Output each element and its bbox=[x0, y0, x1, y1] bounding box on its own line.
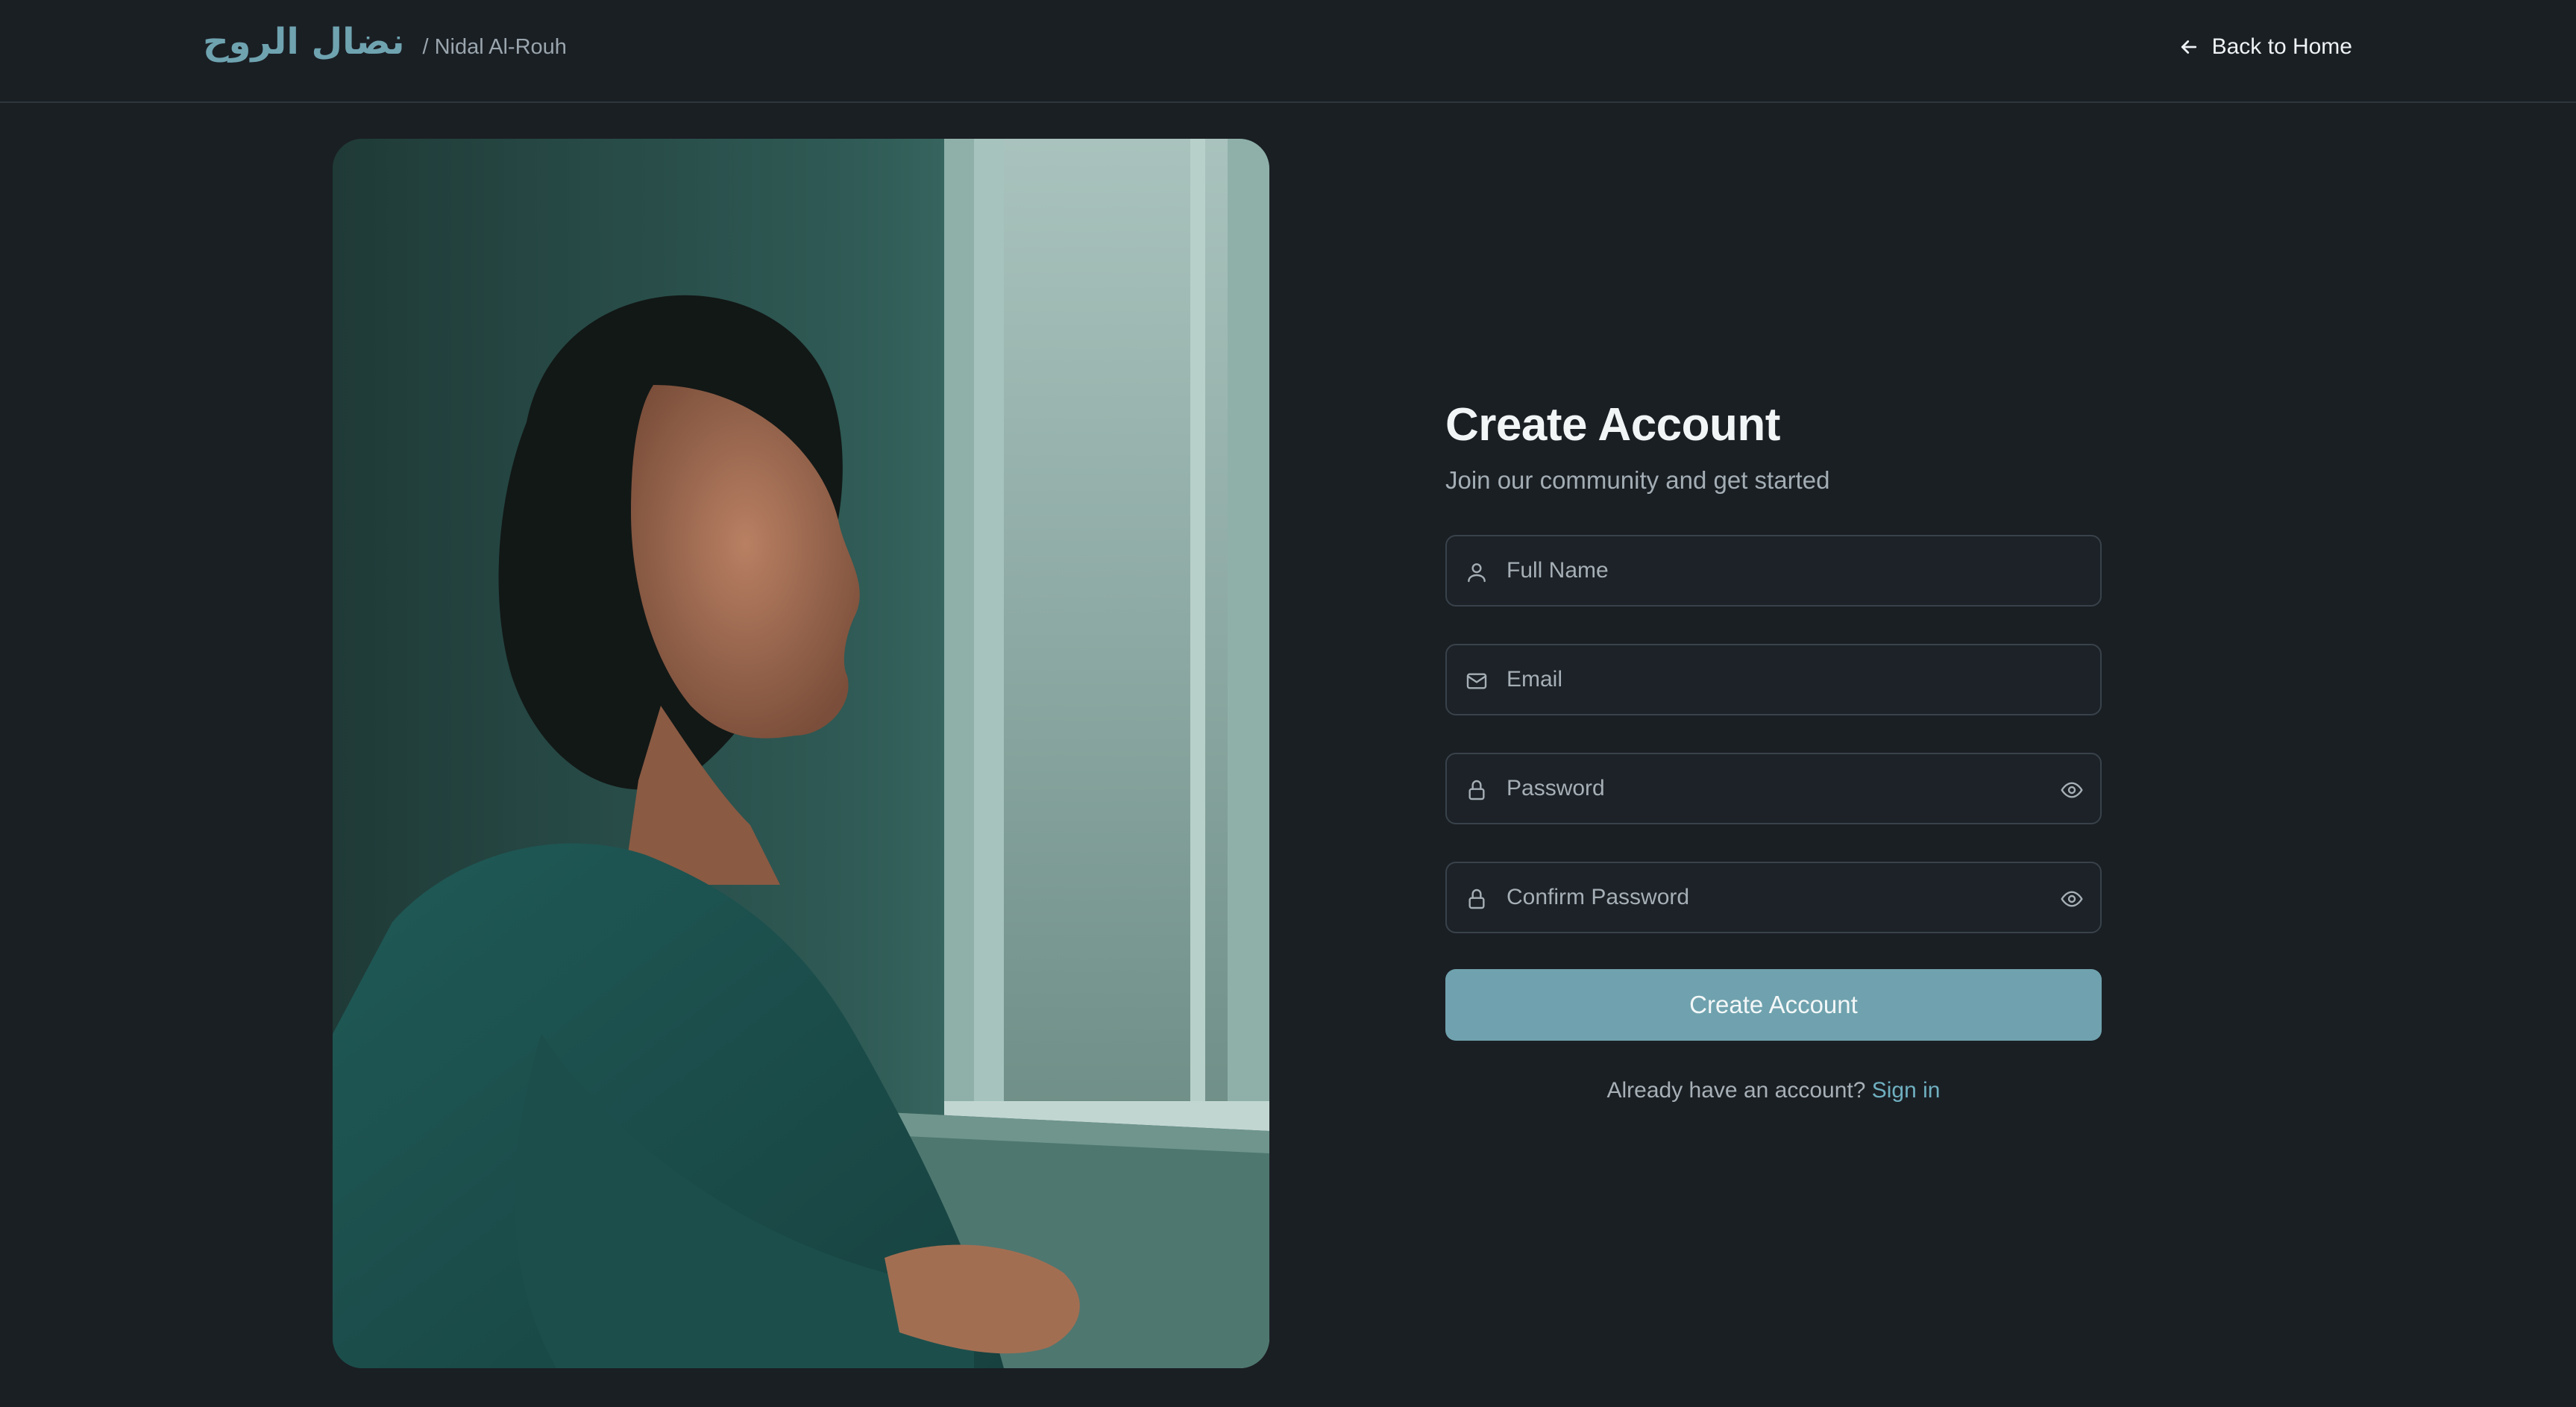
full-name-input[interactable] bbox=[1507, 536, 2029, 605]
form-title: Create Account bbox=[1445, 399, 1780, 451]
confirm-password-field[interactable] bbox=[1445, 862, 2102, 933]
signin-link[interactable]: Sign in bbox=[1872, 1078, 1941, 1103]
password-field[interactable] bbox=[1445, 753, 2102, 824]
user-icon bbox=[1468, 563, 1486, 583]
signup-form: Create Account Join our community and ge… bbox=[1445, 398, 2102, 1103]
lock-icon bbox=[1468, 780, 1485, 800]
confirm-password-input[interactable] bbox=[1507, 863, 2029, 932]
lock-icon bbox=[1468, 889, 1485, 909]
form-subtitle: Join our community and get started bbox=[1445, 466, 1830, 494]
signin-prompt-row: Already have an account? Sign in bbox=[1445, 1078, 2102, 1103]
brand-arabic-name: نضال الروح bbox=[203, 21, 405, 63]
password-input[interactable] bbox=[1507, 754, 2029, 823]
email-input[interactable] bbox=[1507, 645, 2029, 714]
full-name-field[interactable] bbox=[1445, 535, 2102, 607]
back-to-home-link[interactable]: Back to Home bbox=[2178, 34, 2352, 60]
brand-latin-name: / Nidal Al-Rouh bbox=[422, 35, 567, 59]
top-header: نضال الروح / Nidal Al-Rouh Back to Home bbox=[0, 0, 2576, 103]
hero-photo bbox=[333, 139, 1269, 1368]
show-password-eye-icon[interactable] bbox=[2060, 778, 2084, 802]
create-account-button[interactable]: Create Account bbox=[1445, 969, 2102, 1041]
back-to-home-label: Back to Home bbox=[2211, 34, 2352, 59]
email-field[interactable] bbox=[1445, 644, 2102, 715]
signin-prompt-text: Already have an account? bbox=[1606, 1078, 1866, 1103]
arrow-left-icon bbox=[2181, 40, 2196, 54]
show-confirm-password-eye-icon[interactable] bbox=[2060, 887, 2084, 911]
mail-icon bbox=[1466, 673, 1487, 689]
brand-logo[interactable]: نضال الروح / Nidal Al-Rouh bbox=[203, 21, 567, 63]
